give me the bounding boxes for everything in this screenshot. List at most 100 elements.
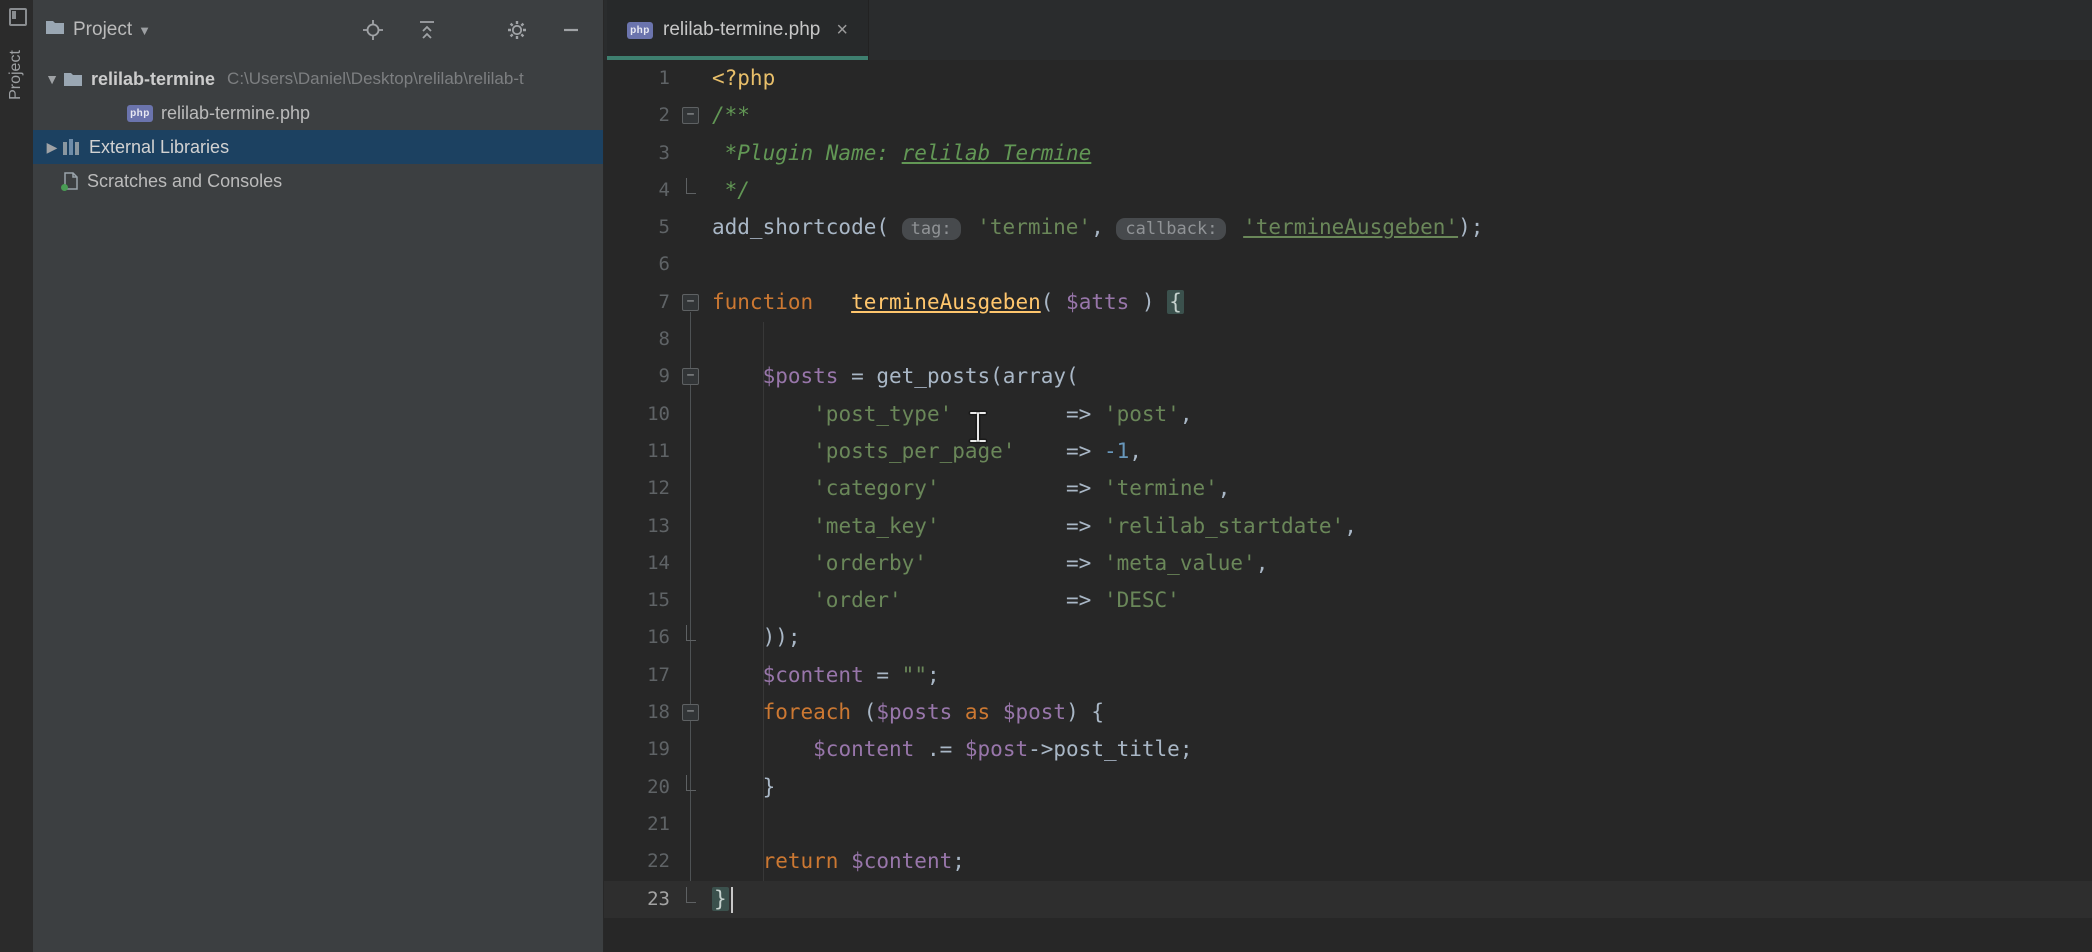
- project-panel-title[interactable]: Project: [73, 19, 132, 41]
- fold-marker-icon[interactable]: [670, 881, 712, 918]
- line-number[interactable]: 13: [604, 508, 670, 545]
- code-line[interactable]: 10 'post_type' => 'post',: [604, 396, 2092, 433]
- fold-column: [670, 321, 712, 358]
- code-text: foreach ($posts as $post) {: [712, 694, 2092, 731]
- line-number[interactable]: 19: [604, 731, 670, 768]
- line-number[interactable]: 3: [604, 135, 670, 172]
- line-number[interactable]: 15: [604, 582, 670, 619]
- fold-marker-icon[interactable]: −: [670, 284, 712, 321]
- tree-item-label: Scratches and Consoles: [87, 171, 282, 192]
- code-line[interactable]: 17 $content = "";: [604, 657, 2092, 694]
- code-line[interactable]: 16 ));: [604, 619, 2092, 656]
- tool-window-icon[interactable]: [9, 8, 27, 26]
- code-line[interactable]: 8: [604, 321, 2092, 358]
- fold-marker-icon[interactable]: [670, 769, 712, 806]
- php-file-icon: php: [127, 105, 153, 122]
- collapse-all-icon[interactable]: [415, 18, 439, 42]
- code-line[interactable]: 19 $content .= $post->post_title;: [604, 731, 2092, 768]
- line-number[interactable]: 10: [604, 396, 670, 433]
- tree-item-external-libraries[interactable]: ▶ External Libraries: [33, 130, 603, 164]
- code-line[interactable]: 1 <?php: [604, 60, 2092, 97]
- line-number[interactable]: 1: [604, 60, 670, 97]
- settings-icon[interactable]: [505, 18, 529, 42]
- code-line[interactable]: 15 'order' => 'DESC': [604, 582, 2092, 619]
- project-panel-header: Project ▼: [33, 0, 603, 60]
- fold-column: [670, 209, 712, 246]
- fold-column: [670, 508, 712, 545]
- tree-item-label: External Libraries: [89, 137, 229, 158]
- line-number[interactable]: 17: [604, 657, 670, 694]
- stripe-project-label[interactable]: Project: [7, 35, 25, 115]
- code-line[interactable]: 12 'category' => 'termine',: [604, 470, 2092, 507]
- code-line[interactable]: 22 return $content;: [604, 843, 2092, 880]
- close-tab-icon[interactable]: ×: [836, 20, 848, 40]
- code-text: 'orderby' => 'meta_value',: [712, 545, 2092, 582]
- tab-label: relilab-termine.php: [663, 19, 820, 41]
- code-text: ));: [712, 619, 2092, 656]
- code-line[interactable]: 5add_shortcode( tag: 'termine', callback…: [604, 209, 2092, 246]
- fold-column: [670, 582, 712, 619]
- tree-item-root-relilab-termine[interactable]: ▼ relilab-termine C:\Users\Daniel\Deskto…: [33, 62, 603, 96]
- code-line[interactable]: 9− $posts = get_posts(array(: [604, 358, 2092, 395]
- line-number[interactable]: 11: [604, 433, 670, 470]
- line-number[interactable]: 8: [604, 321, 670, 358]
- code-line[interactable]: 13 'meta_key' => 'relilab_startdate',: [604, 508, 2092, 545]
- fold-column: [670, 843, 712, 880]
- fold-marker-icon[interactable]: [670, 172, 712, 209]
- tree-item-label: relilab-termine.php: [161, 103, 310, 124]
- code-line[interactable]: 18− foreach ($posts as $post) {: [604, 694, 2092, 731]
- line-number[interactable]: 7: [604, 284, 670, 321]
- project-panel: Project ▼: [33, 0, 604, 952]
- code-editor[interactable]: 1 <?php2−/**3 *Plugin Name: relilab Termi…: [604, 60, 2092, 952]
- panel-toolbar: [361, 18, 583, 42]
- line-number[interactable]: 6: [604, 246, 670, 283]
- line-number[interactable]: 9: [604, 358, 670, 395]
- hide-panel-icon[interactable]: [559, 18, 583, 42]
- code-line[interactable]: 11 'posts_per_page' => -1,: [604, 433, 2092, 470]
- code-line[interactable]: 23}: [604, 881, 2092, 918]
- project-folder-icon: [45, 19, 65, 41]
- fold-column: [670, 470, 712, 507]
- line-number[interactable]: 2: [604, 97, 670, 134]
- code-line[interactable]: 21: [604, 806, 2092, 843]
- code-text: [712, 806, 2092, 843]
- code-line[interactable]: 2−/**: [604, 97, 2092, 134]
- line-number[interactable]: 14: [604, 545, 670, 582]
- code-text: <?php: [712, 60, 2092, 97]
- project-tree: ▼ relilab-termine C:\Users\Daniel\Deskto…: [33, 60, 603, 198]
- code-line[interactable]: 20 }: [604, 769, 2092, 806]
- line-number[interactable]: 18: [604, 694, 670, 731]
- code-line[interactable]: 14 'orderby' => 'meta_value',: [604, 545, 2092, 582]
- fold-column: [670, 135, 712, 172]
- code-text: 'category' => 'termine',: [712, 470, 2092, 507]
- line-number[interactable]: 21: [604, 806, 670, 843]
- fold-column: [670, 657, 712, 694]
- chevron-right-icon[interactable]: ▶: [41, 139, 63, 156]
- code-text: 'post_type' => 'post',: [712, 396, 2092, 433]
- code-line[interactable]: 4 */: [604, 172, 2092, 209]
- code-text: $content .= $post->post_title;: [712, 731, 2092, 768]
- line-number[interactable]: 20: [604, 769, 670, 806]
- code-text: 'meta_key' => 'relilab_startdate',: [712, 508, 2092, 545]
- fold-marker-icon[interactable]: −: [670, 358, 712, 395]
- tree-item-scratches-and-consoles[interactable]: Scratches and Consoles: [33, 164, 603, 198]
- line-number[interactable]: 4: [604, 172, 670, 209]
- chevron-down-icon[interactable]: ▼: [138, 23, 151, 38]
- fold-marker-icon[interactable]: −: [670, 694, 712, 731]
- line-number[interactable]: 23: [604, 881, 670, 918]
- fold-column: [670, 731, 712, 768]
- line-number[interactable]: 5: [604, 209, 670, 246]
- tab-relilab-termine-php[interactable]: php relilab-termine.php ×: [607, 0, 869, 60]
- code-line[interactable]: 3 *Plugin Name: relilab Termine: [604, 135, 2092, 172]
- code-line[interactable]: 6: [604, 246, 2092, 283]
- tree-item-relilab-termine-php[interactable]: php relilab-termine.php: [33, 96, 603, 130]
- code-text: *Plugin Name: relilab Termine: [712, 135, 2092, 172]
- line-number[interactable]: 16: [604, 619, 670, 656]
- fold-marker-icon[interactable]: −: [670, 97, 712, 134]
- fold-marker-icon[interactable]: [670, 619, 712, 656]
- chevron-down-icon[interactable]: ▼: [41, 71, 63, 87]
- code-line[interactable]: 7−function termineAusgeben( $atts ) {: [604, 284, 2092, 321]
- line-number[interactable]: 12: [604, 470, 670, 507]
- locate-icon[interactable]: [361, 18, 385, 42]
- line-number[interactable]: 22: [604, 843, 670, 880]
